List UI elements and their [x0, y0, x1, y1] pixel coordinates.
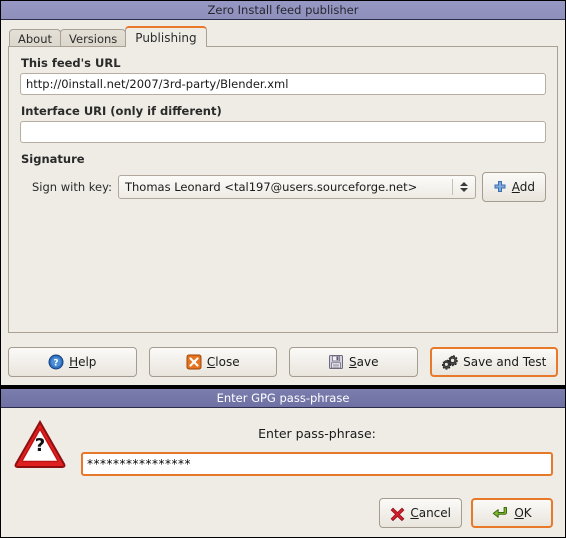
gpg-dialog-title: Enter GPG pass-phrase: [216, 391, 350, 405]
save-button-label: Save: [349, 355, 379, 369]
cancel-x-icon: [390, 506, 405, 521]
tab-about-label: About: [18, 32, 53, 46]
main-window-titlebar[interactable]: Zero Install feed publisher: [1, 1, 565, 20]
sign-with-key-row: Sign with key: Thomas Leonard <tal197@us…: [32, 172, 546, 202]
save-floppy-icon: [328, 354, 344, 370]
tab-versions-label: Versions: [69, 32, 118, 46]
help-icon: ?: [48, 354, 64, 370]
feed-url-input[interactable]: [20, 73, 546, 95]
save-and-test-button-label: Save and Test: [463, 355, 547, 369]
gpg-dialog-titlebar[interactable]: Enter GPG pass-phrase: [1, 389, 565, 408]
tab-publishing[interactable]: Publishing: [125, 26, 207, 47]
main-window-title: Zero Install feed publisher: [207, 3, 359, 17]
execute-gears-icon: [441, 354, 458, 370]
main-action-button-row: ? Help Close Save Save and Test: [8, 347, 558, 377]
close-icon: [186, 354, 202, 370]
close-button-label: Close: [206, 355, 240, 369]
gpg-passphrase-dialog: Enter GPG pass-phrase ? Enter pass-phras…: [0, 388, 566, 538]
question-warning-triangle-icon: ?: [13, 418, 69, 474]
ok-enter-arrow-icon: [492, 506, 509, 521]
sign-with-key-label: Sign with key:: [32, 180, 112, 194]
signature-section-label: Signature: [21, 152, 85, 166]
combobox-spinner-arrows-icon[interactable]: [458, 182, 470, 192]
gpg-dialog-body: ? Enter pass-phrase: Cancel: [1, 408, 565, 537]
tab-publishing-label: Publishing: [135, 31, 197, 45]
main-window-body: About Versions Publishing This feed's UR…: [1, 20, 565, 385]
help-button-label: Help: [69, 355, 97, 369]
close-button[interactable]: Close: [148, 347, 277, 377]
gpg-dialog-button-row: Cancel OK: [379, 498, 553, 528]
add-key-button[interactable]: Add: [481, 172, 546, 202]
combobox-divider: [451, 179, 453, 195]
sign-with-key-combobox[interactable]: Thomas Leonard <tal197@users.sourceforge…: [117, 175, 476, 199]
feed-url-label: This feed's URL: [21, 56, 121, 70]
gpg-prompt-label: Enter pass-phrase:: [258, 426, 376, 441]
passphrase-input[interactable]: [81, 452, 553, 476]
svg-text:?: ?: [35, 435, 45, 456]
save-button[interactable]: Save: [289, 347, 418, 377]
interface-uri-label: Interface URI (only if different): [21, 104, 222, 118]
help-button[interactable]: ? Help: [8, 347, 137, 377]
publishing-tab-panel: This feed's URL Interface URI (only if d…: [8, 46, 558, 333]
ok-button[interactable]: OK: [471, 498, 553, 528]
sign-with-key-value: Thomas Leonard <tal197@users.sourceforge…: [124, 180, 418, 194]
add-key-button-label: Add: [511, 180, 535, 194]
tab-strip: About Versions Publishing: [9, 26, 558, 47]
gpg-dialog-main: ? Enter pass-phrase:: [13, 418, 553, 476]
tab-about[interactable]: About: [9, 29, 62, 47]
main-window: Zero Install feed publisher About Versio…: [0, 0, 566, 386]
save-and-test-button[interactable]: Save and Test: [429, 347, 558, 377]
tab-versions[interactable]: Versions: [60, 29, 127, 47]
ok-button-label: OK: [514, 506, 532, 520]
cancel-button-label: Cancel: [410, 506, 451, 520]
interface-uri-input[interactable]: [20, 121, 546, 143]
gpg-dialog-content: Enter pass-phrase:: [81, 418, 553, 476]
svg-text:?: ?: [53, 359, 58, 369]
plus-icon: [493, 180, 507, 194]
cancel-button[interactable]: Cancel: [379, 498, 462, 528]
